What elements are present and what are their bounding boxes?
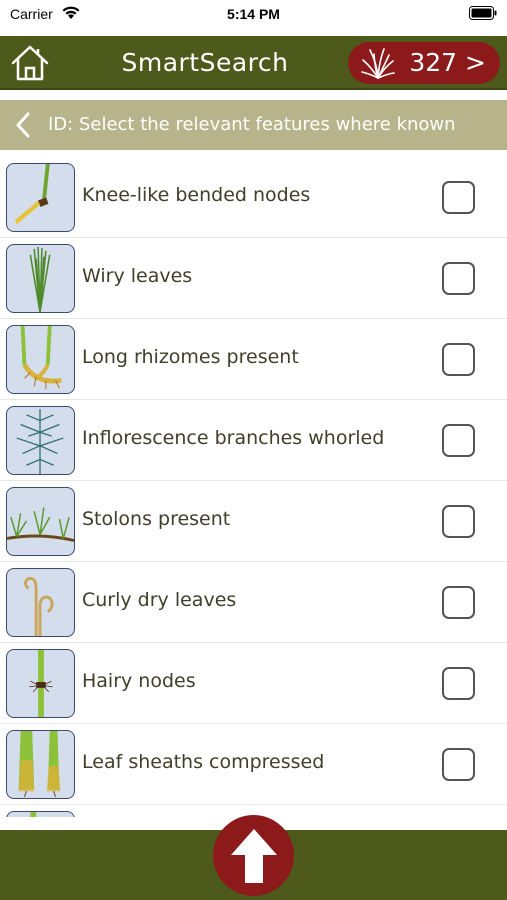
list-item[interactable]: Hairy nodes xyxy=(0,643,507,724)
list-item[interactable]: Knee-like bended nodes xyxy=(0,157,507,238)
feature-label: Wiry leaves xyxy=(82,265,193,287)
feature-checkbox[interactable] xyxy=(442,181,475,214)
app-header: SmartSearch 327 > xyxy=(0,36,507,90)
list-item[interactable]: Stolons present xyxy=(0,481,507,562)
feature-checkbox[interactable] xyxy=(442,505,475,538)
list-item[interactable]: Long rhizomes present xyxy=(0,319,507,400)
curly-leaves-thumbnail xyxy=(6,568,75,637)
sheaths-thumbnail xyxy=(6,730,75,799)
scroll-top-button[interactable] xyxy=(213,815,294,896)
feature-list: Knee-like bended nodes Wiry leaves Long … xyxy=(0,157,507,817)
list-item[interactable]: Wiry leaves xyxy=(0,238,507,319)
knee-node-thumbnail xyxy=(6,163,75,232)
whorled-thumbnail xyxy=(6,406,75,475)
wiry-leaves-thumbnail xyxy=(6,244,75,313)
feature-label: Knee-like bended nodes xyxy=(82,184,311,206)
stolons-thumbnail xyxy=(6,487,75,556)
feature-label: Stolons present xyxy=(82,508,231,530)
feature-label: Hairy nodes xyxy=(82,670,196,692)
sub-header-title: ID: Select the relevant features where k… xyxy=(48,114,456,135)
status-time: 5:14 PM xyxy=(227,6,280,22)
list-item[interactable]: Leaf sheaths compressed xyxy=(0,724,507,805)
battery-icon xyxy=(469,6,497,20)
status-bar: Carrier 5:14 PM xyxy=(0,0,507,36)
partial-thumbnail xyxy=(6,811,75,817)
feature-checkbox[interactable] xyxy=(442,586,475,619)
feature-label: Long rhizomes present xyxy=(82,346,299,368)
chevron-left-icon[interactable] xyxy=(14,112,32,138)
feature-label: Leaf sheaths compressed xyxy=(82,751,325,773)
feature-checkbox[interactable] xyxy=(442,262,475,295)
feature-checkbox[interactable] xyxy=(442,748,475,781)
feature-label: Inflorescence branches whorled xyxy=(82,427,385,449)
hairy-nodes-thumbnail xyxy=(6,649,75,718)
feature-checkbox[interactable] xyxy=(442,424,475,457)
list-item[interactable]: Curly dry leaves xyxy=(0,562,507,643)
feature-label: Curly dry leaves xyxy=(82,589,237,611)
back-bar[interactable]: ID: Select the relevant features where k… xyxy=(0,100,507,150)
list-item[interactable]: Inflorescence branches whorled xyxy=(0,400,507,481)
rhizomes-thumbnail xyxy=(6,325,75,394)
results-button[interactable]: 327 > xyxy=(348,42,500,84)
arrow-up-icon xyxy=(230,828,277,883)
feature-checkbox[interactable] xyxy=(442,667,475,700)
grass-icon xyxy=(361,48,395,79)
feature-checkbox[interactable] xyxy=(442,343,475,376)
results-count: 327 > xyxy=(409,48,486,77)
